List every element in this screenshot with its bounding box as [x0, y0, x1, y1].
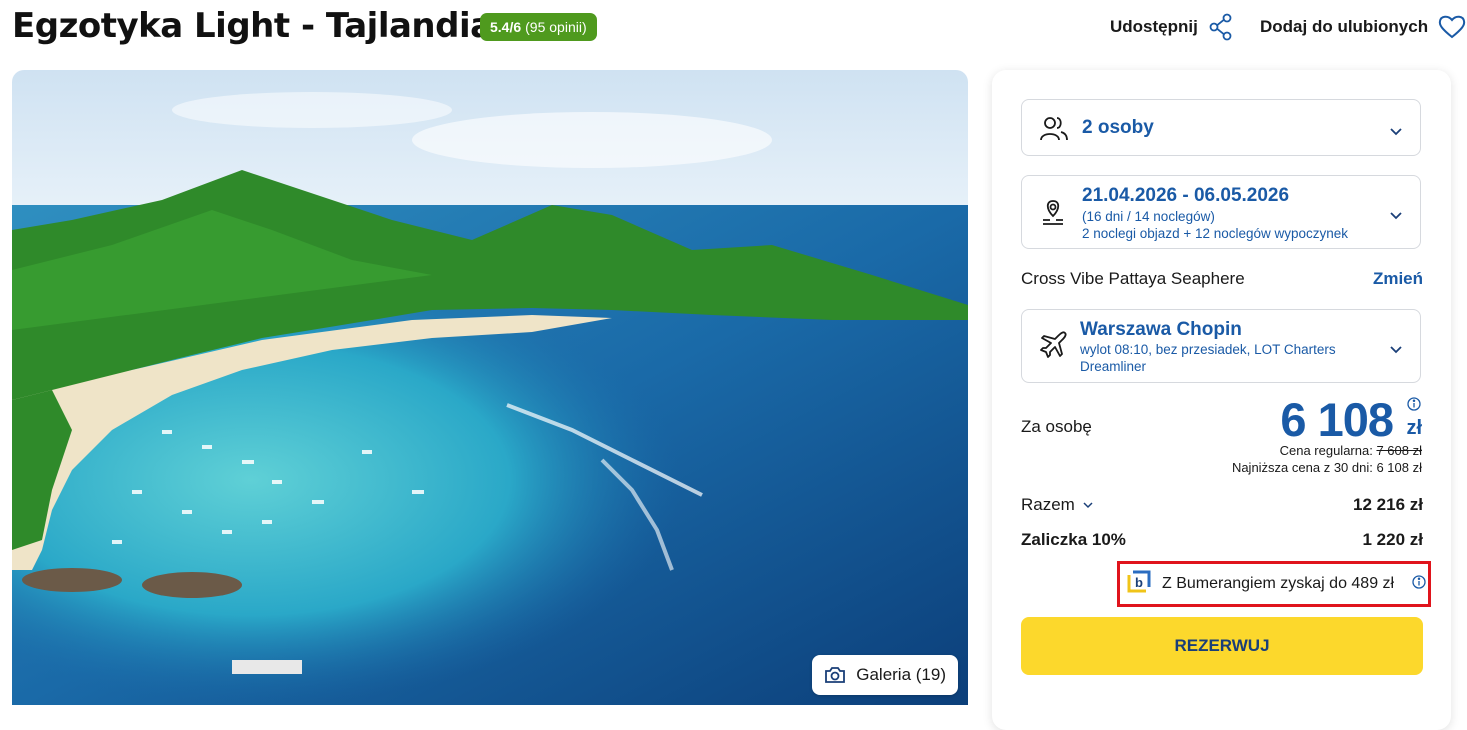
deposit-value: 1 220 zł — [1362, 530, 1424, 549]
booking-panel: 2 osoby 21.04.2026 - 06.05.2026 (16 dni … — [992, 70, 1451, 730]
persons-selector[interactable]: 2 osoby — [1021, 99, 1421, 156]
chevron-down-icon — [1390, 207, 1402, 225]
flight-details-line2: Dreamliner — [1080, 359, 1147, 374]
per-person-label: Za osobę — [1021, 417, 1092, 436]
chevron-down-icon — [1390, 341, 1402, 359]
lowest-price-30-days: Najniższa cena z 30 dni: 6 108 zł — [1231, 460, 1422, 475]
regular-price: Cena regularna: 7 608 zł — [1280, 443, 1422, 458]
add-to-favorites-button[interactable]: Dodaj do ulubionych — [1260, 12, 1466, 42]
total-row: Razem 12 216 zł — [1021, 495, 1423, 517]
share-icon — [1208, 13, 1234, 41]
airplane-icon — [1040, 330, 1068, 363]
gallery-button[interactable]: Galeria (19) — [812, 655, 958, 695]
regular-price-label: Cena regularna: — [1279, 443, 1373, 458]
info-icon[interactable] — [1407, 397, 1421, 416]
chevron-down-icon — [1083, 501, 1093, 508]
flight-selector[interactable]: Warszawa Chopin wylot 08:10, bez przesia… — [1021, 309, 1421, 383]
camera-icon — [824, 665, 846, 685]
airport-name: Warszawa Chopin — [1080, 319, 1242, 340]
regular-price-value: 7 608 zł — [1376, 443, 1422, 458]
dates-selector[interactable]: 21.04.2026 - 06.05.2026 (16 dni / 14 noc… — [1021, 175, 1421, 249]
hotel-row: Cross Vibe Pattaya Seaphere Zmień — [1021, 269, 1423, 291]
dates-detail: 2 noclegi objazd + 12 noclegów wypoczyne… — [1082, 226, 1349, 241]
rating-score: 5.4/6 — [490, 19, 522, 35]
heart-icon — [1438, 14, 1466, 40]
price-currency: zł — [1406, 417, 1422, 439]
bumerang-promo[interactable]: b Z Bumerangiem zyskaj do 489 zł — [1117, 561, 1431, 607]
hero-image — [12, 70, 968, 705]
price-per-person: 6 108 — [1280, 393, 1394, 446]
page-title: Egzotyka Light - Tajlandia — [12, 6, 493, 46]
chevron-down-icon — [1390, 123, 1402, 141]
total-label: Razem — [1021, 495, 1075, 514]
deposit-label: Zaliczka 10% — [1021, 530, 1126, 549]
reserve-button[interactable]: REZERWUJ — [1021, 617, 1423, 675]
info-icon[interactable] — [1412, 574, 1426, 594]
share-button[interactable]: Udostępnij — [1110, 12, 1234, 42]
persons-value: 2 osoby — [1082, 117, 1154, 138]
deposit-row: Zaliczka 10% 1 220 zł — [1021, 530, 1423, 552]
flight-details-line1: wylot 08:10, bez przesiadek, LOT Charter… — [1080, 342, 1336, 357]
bumerang-text: Z Bumerangiem zyskaj do 489 zł — [1162, 575, 1395, 592]
gallery-label: Galeria (19) — [856, 665, 946, 684]
location-pin-icon — [1040, 198, 1066, 231]
total-value: 12 216 zł — [1353, 495, 1423, 514]
hero-photo[interactable]: Galeria (19) — [12, 70, 968, 705]
change-hotel-link[interactable]: Zmień — [1373, 269, 1423, 289]
dates-value: 21.04.2026 - 06.05.2026 — [1082, 185, 1290, 206]
total-toggle[interactable]: Razem — [1021, 495, 1093, 515]
hotel-name: Cross Vibe Pattaya Seaphere — [1021, 269, 1245, 288]
svg-text:b: b — [1135, 575, 1143, 590]
persons-icon — [1040, 114, 1068, 147]
rating-badge[interactable]: 5.4/6 (95 opinii) — [480, 13, 597, 41]
share-label: Udostępnij — [1110, 17, 1198, 36]
favorites-label: Dodaj do ulubionych — [1260, 17, 1429, 36]
dates-duration: (16 dni / 14 noclegów) — [1082, 209, 1215, 224]
rating-reviews: (95 opinii) — [525, 19, 587, 35]
bumerang-logo-icon: b — [1126, 569, 1152, 600]
